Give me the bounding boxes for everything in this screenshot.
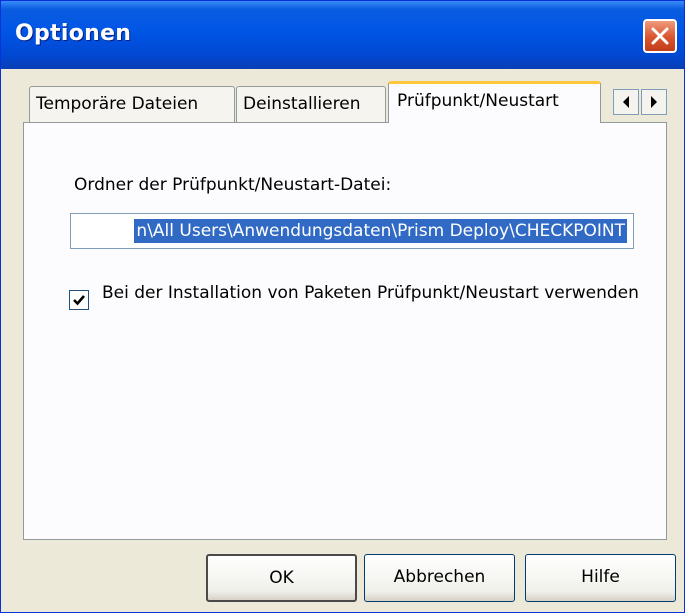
close-icon (651, 27, 669, 45)
arrow-left-icon (623, 96, 629, 108)
tab-scroll-left-button[interactable] (613, 89, 639, 115)
checkpoint-checkbox[interactable] (69, 290, 89, 310)
cancel-button[interactable]: Abbrechen (364, 554, 515, 602)
options-dialog: Optionen Temporäre Dateien Deinstalliere… (0, 0, 685, 613)
help-button-label: Hilfe (581, 567, 620, 587)
tab-panel: Ordner der Prüfpunkt/Neustart-Datei: n\A… (23, 122, 667, 540)
tab-pruefpunkt-neustart[interactable]: Prüfpunkt/Neustart (388, 81, 601, 123)
tab-temporaere-dateien[interactable]: Temporäre Dateien (29, 86, 235, 122)
arrow-right-icon (651, 96, 657, 108)
window-title: Optionen (15, 21, 132, 46)
tab-label: Temporäre Dateien (36, 94, 199, 114)
checkbox-label: Bei der Installation von Paketen Prüfpun… (102, 283, 639, 303)
ok-button-label: OK (269, 568, 294, 588)
help-button[interactable]: Hilfe (525, 554, 676, 602)
cancel-button-label: Abbrechen (393, 567, 486, 587)
checkpoint-folder-input[interactable]: n\All Users\Anwendungsdaten\Prism Deploy… (70, 213, 634, 249)
close-button[interactable] (643, 19, 677, 53)
tab-deinstallieren[interactable]: Deinstallieren (236, 86, 386, 122)
tab-label: Prüfpunkt/Neustart (397, 91, 559, 111)
folder-label: Ordner der Prüfpunkt/Neustart-Datei: (74, 175, 392, 195)
dialog-content: Temporäre Dateien Deinstallieren Prüfpun… (1, 69, 684, 612)
tab-label: Deinstallieren (243, 94, 361, 114)
ok-button[interactable]: OK (206, 554, 357, 602)
checkmark-icon (73, 295, 85, 306)
tab-scroll-right-button[interactable] (641, 89, 667, 115)
folder-path-text: n\All Users\Anwendungsdaten\Prism Deploy… (134, 219, 627, 243)
title-bar[interactable]: Optionen (1, 1, 684, 69)
